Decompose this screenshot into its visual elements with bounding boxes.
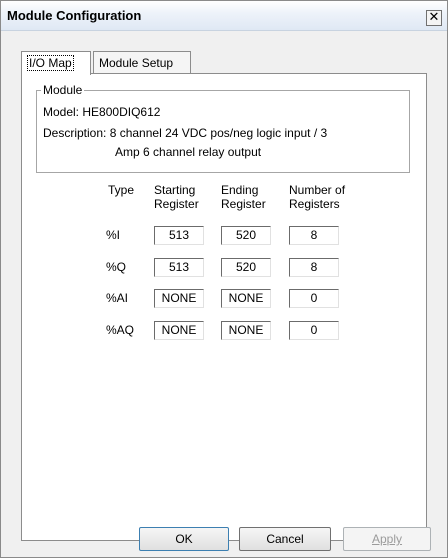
row-type-label: %Q bbox=[106, 260, 127, 274]
header-starting-line2: Register bbox=[154, 197, 199, 211]
io-map-panel: Module Model: HE800DIQ612 Description: 8… bbox=[21, 73, 427, 541]
module-configuration-dialog: Module Configuration ✕ I/O Map Module Se… bbox=[0, 0, 448, 558]
description-label: Description: bbox=[43, 126, 107, 140]
number-of-registers-field: 0 bbox=[289, 321, 339, 340]
close-icon[interactable]: ✕ bbox=[426, 10, 442, 26]
number-of-registers-field: 0 bbox=[289, 289, 339, 308]
row-type-label: %AQ bbox=[106, 323, 135, 337]
starting-register-field: NONE bbox=[154, 321, 204, 340]
cancel-button[interactable]: Cancel bbox=[239, 527, 331, 551]
header-number-line2: Registers bbox=[289, 197, 340, 211]
starting-register-field: NONE bbox=[154, 289, 204, 308]
row-type-label: %AI bbox=[106, 291, 129, 305]
ending-register-field: 520 bbox=[221, 226, 271, 245]
tab-module-setup[interactable]: Module Setup bbox=[93, 51, 191, 74]
header-ending-register: Ending Register bbox=[221, 183, 266, 211]
description-text-line1: 8 channel 24 VDC pos/neg logic input / 3 bbox=[109, 126, 328, 140]
header-number-of-registers: Number of Registers bbox=[289, 183, 345, 211]
number-of-registers-field: 8 bbox=[289, 258, 339, 277]
header-starting-line1: Starting bbox=[154, 183, 196, 197]
ending-register-field: NONE bbox=[221, 321, 271, 340]
model-label: Model: bbox=[43, 105, 80, 119]
apply-button[interactable]: Apply bbox=[343, 527, 431, 551]
header-ending-line1: Ending bbox=[221, 183, 259, 197]
tab-module-setup-label: Module Setup bbox=[99, 56, 174, 70]
window-title: Module Configuration bbox=[7, 8, 142, 23]
number-of-registers-field: 8 bbox=[289, 226, 339, 245]
title-bar[interactable]: Module Configuration ✕ bbox=[1, 1, 447, 31]
description-line: Description: 8 channel 24 VDC pos/neg lo… bbox=[43, 126, 398, 140]
header-ending-line2: Register bbox=[221, 197, 266, 211]
ending-register-field: 520 bbox=[221, 258, 271, 277]
tab-io-map-label: I/O Map bbox=[27, 55, 74, 71]
module-group-legend: Module bbox=[41, 83, 85, 97]
header-number-line1: Number of bbox=[289, 183, 346, 197]
ok-button[interactable]: OK bbox=[139, 527, 229, 551]
row-type-label: %I bbox=[106, 228, 121, 242]
starting-register-field: 513 bbox=[154, 226, 204, 245]
ending-register-field: NONE bbox=[221, 289, 271, 308]
description-text-line2: Amp 6 channel relay output bbox=[115, 145, 262, 159]
starting-register-field: 513 bbox=[154, 258, 204, 277]
module-group: Module Model: HE800DIQ612 Description: 8… bbox=[36, 83, 410, 173]
model-value: HE800DIQ612 bbox=[82, 105, 161, 119]
apply-button-label: Apply bbox=[371, 532, 403, 546]
header-type: Type bbox=[108, 183, 135, 197]
tab-io-map[interactable]: I/O Map bbox=[21, 51, 91, 75]
header-starting-register: Starting Register bbox=[154, 183, 199, 211]
model-line: Model: HE800DIQ612 bbox=[43, 105, 160, 119]
